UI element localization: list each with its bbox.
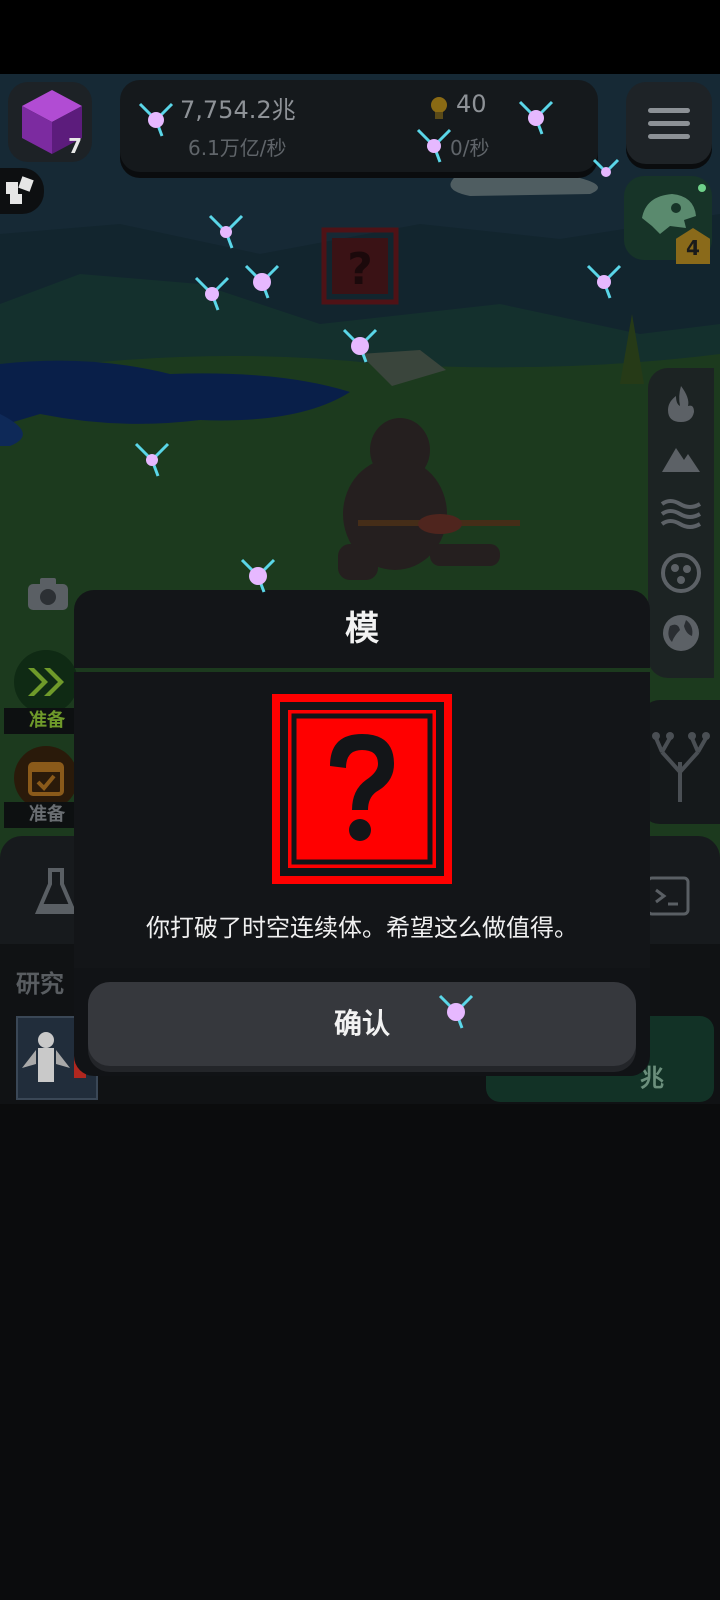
sparkle-icon bbox=[134, 442, 170, 477]
side-category-panel bbox=[648, 368, 714, 678]
sparkle-icon bbox=[208, 214, 244, 249]
question-mark-icon bbox=[272, 694, 452, 884]
cell-icon[interactable] bbox=[660, 552, 702, 594]
tech-tree-button[interactable] bbox=[640, 700, 720, 824]
confirm-button[interactable]: 确认 bbox=[88, 982, 636, 1066]
fast-forward-button[interactable] bbox=[14, 650, 78, 714]
sparkle-icon bbox=[592, 158, 620, 177]
modal-title: 模 bbox=[345, 609, 379, 649]
calendar-button[interactable] bbox=[14, 746, 78, 810]
sparkle-icon bbox=[244, 264, 280, 299]
puzzle-icon bbox=[6, 176, 34, 204]
status-bar bbox=[0, 0, 720, 74]
sparkle-icon bbox=[342, 328, 378, 363]
idea-amount: 40 bbox=[456, 90, 487, 118]
resource-amount: 7,754.2兆 bbox=[180, 96, 296, 124]
sparkle-icon bbox=[194, 276, 230, 311]
puzzle-button[interactable] bbox=[0, 168, 44, 214]
sparkle-icon bbox=[586, 264, 622, 299]
terminal-icon[interactable] bbox=[646, 876, 690, 916]
fast-forward-icon bbox=[28, 668, 64, 696]
idea-rate: 0/秒 bbox=[450, 136, 490, 160]
camera-icon[interactable] bbox=[26, 576, 70, 612]
research-label: 研究 bbox=[16, 970, 64, 998]
sparkle-icon bbox=[438, 994, 474, 1029]
globe-icon[interactable] bbox=[660, 612, 702, 654]
sparkle-icon bbox=[518, 100, 554, 135]
cube-button[interactable]: 7 bbox=[8, 82, 92, 162]
sparkle-icon bbox=[416, 128, 452, 163]
waves-icon[interactable] bbox=[660, 492, 702, 534]
flask-icon[interactable] bbox=[34, 866, 78, 918]
sparkle-icon bbox=[240, 558, 276, 593]
tree-branch-icon bbox=[652, 732, 710, 802]
resource-rate: 6.1万亿/秒 bbox=[188, 136, 287, 160]
lightbulb-icon bbox=[431, 97, 447, 119]
calendar-check-icon bbox=[28, 762, 64, 796]
sparkle-icon bbox=[138, 102, 174, 137]
modal-message: 你打破了时空连续体。希望这么做值得。 bbox=[146, 914, 578, 942]
fire-icon[interactable] bbox=[660, 382, 702, 424]
menu-button[interactable] bbox=[626, 82, 712, 164]
confirm-label: 确认 bbox=[333, 1007, 390, 1040]
mountain-icon[interactable] bbox=[660, 436, 702, 478]
cube-count: 7 bbox=[68, 134, 82, 158]
hamburger-icon bbox=[648, 108, 690, 113]
